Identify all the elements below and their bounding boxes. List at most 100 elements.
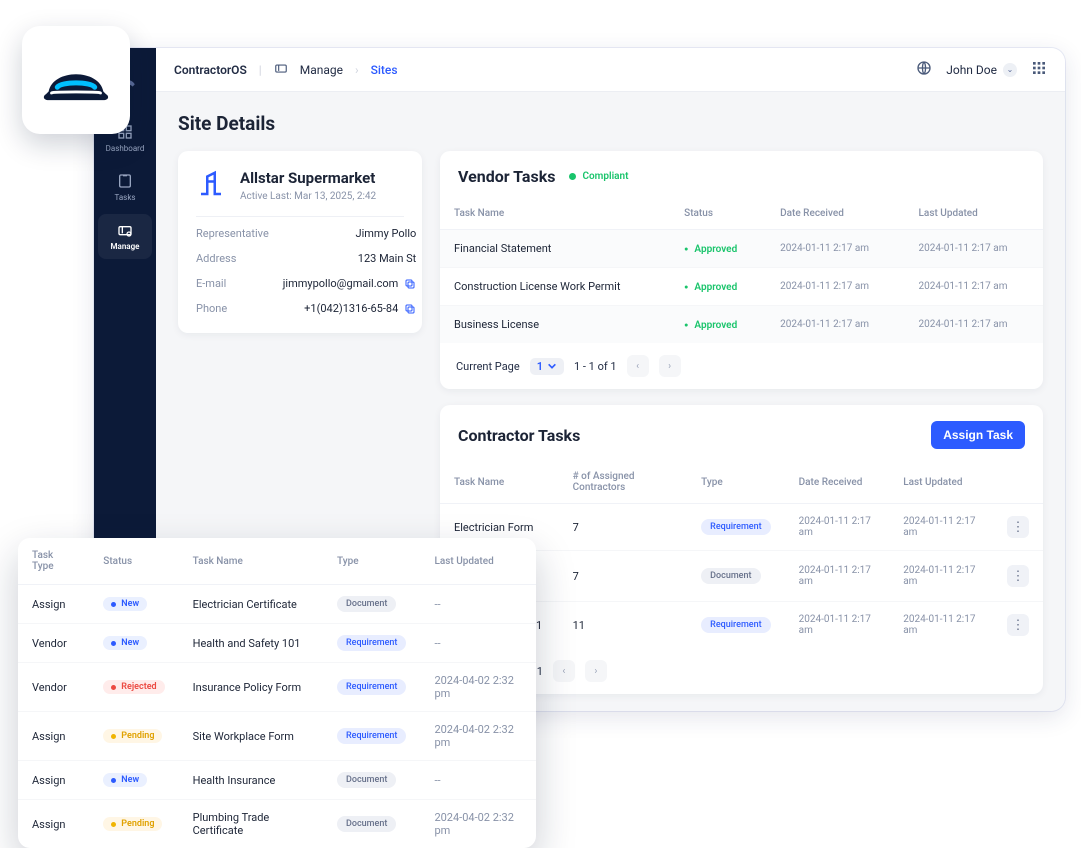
row-menu-icon[interactable]: ⋮ <box>1007 614 1029 636</box>
globe-icon[interactable] <box>916 60 932 79</box>
page-title: Site Details <box>178 112 1043 135</box>
breadcrumb-manage[interactable]: Manage <box>300 63 343 77</box>
cell-task-name: Construction License Work Permit <box>440 268 670 306</box>
user-menu[interactable]: John Doe ⌄ <box>946 63 1017 77</box>
compliant-badge: Compliant <box>569 171 628 182</box>
table-row[interactable]: AssignNewElectrician CertificateDocument… <box>18 585 536 624</box>
pager-next[interactable]: › <box>585 660 607 682</box>
table-row[interactable]: Financial StatementApproved2024-01-11 2:… <box>440 230 1043 268</box>
cell-doctype: Document <box>323 761 420 800</box>
row-menu-icon[interactable]: ⋮ <box>1007 516 1029 538</box>
cell-updated: 2024-01-11 2:17 am <box>905 306 1043 344</box>
cell-status: Rejected <box>89 663 178 712</box>
tasks-popup-table: Task Type Status Task Name Type Last Upd… <box>18 538 536 848</box>
site-details-card: Allstar Supermarket Active Last: Mar 13,… <box>178 151 422 333</box>
cell-received: 2024-01-11 2:17 am <box>785 551 890 602</box>
copy-phone-icon[interactable] <box>404 303 416 315</box>
sidebar-item-tasks[interactable]: Tasks <box>98 165 152 210</box>
cell-received: 2024-01-11 2:17 am <box>766 268 904 306</box>
pager-range: 1 - 1 of 1 <box>574 360 617 373</box>
cell-updated: 2024-01-11 2:17 am <box>889 504 993 551</box>
vendor-tasks-table: Task Name Status Date Received Last Upda… <box>440 198 1043 343</box>
cell-task-name: Business License <box>440 306 670 344</box>
hardhat-icon <box>40 50 112 110</box>
cell-task-type: Assign <box>18 761 89 800</box>
col-task-name: Task Name <box>440 198 670 230</box>
tasks-popup: Task Type Status Task Name Type Last Upd… <box>18 538 536 848</box>
app-logo-card <box>22 26 130 134</box>
cell-task-name: Health and Safety 101 <box>179 624 323 663</box>
cell-task-type: Assign <box>18 800 89 848</box>
site-active-last: Active Last: Mar 13, 2025, 2:42 <box>240 191 376 202</box>
cell-task-type: Assign <box>18 712 89 761</box>
col-updated: Last Updated <box>905 198 1043 230</box>
value-phone: +1(042)1316-65-84 <box>304 302 398 315</box>
cell-received: 2024-01-11 2:17 am <box>785 504 890 551</box>
table-row[interactable]: Business LicenseApproved2024-01-11 2:17 … <box>440 306 1043 344</box>
col-doctype: Type <box>323 538 420 585</box>
cell-type: Requirement <box>687 602 784 649</box>
pager-prev[interactable]: ‹ <box>627 355 649 377</box>
apps-grid-icon[interactable] <box>1031 60 1047 79</box>
cell-updated: 2024-04-02 2:32 pm <box>420 712 536 761</box>
pager-page-select[interactable]: 1 <box>530 358 564 375</box>
col-count: # of Assigned Contractors <box>559 461 688 504</box>
cell-type: Requirement <box>687 504 784 551</box>
table-row[interactable]: AssignPendingSite Workplace FormRequirem… <box>18 712 536 761</box>
pager-next[interactable]: › <box>659 355 681 377</box>
pager-label: Current Page <box>456 360 520 373</box>
table-row[interactable]: VendorNewHealth and Safety 101Requiremen… <box>18 624 536 663</box>
table-row[interactable]: Construction License Work PermitApproved… <box>440 268 1043 306</box>
breadcrumb-sites[interactable]: Sites <box>371 63 398 77</box>
col-status: Status <box>89 538 178 585</box>
brand-text: ContractorOS <box>174 63 247 77</box>
pager-prev[interactable]: ‹ <box>553 660 575 682</box>
col-received: Date Received <box>766 198 904 230</box>
cell-doctype: Requirement <box>323 624 420 663</box>
cell-task-type: Vendor <box>18 663 89 712</box>
cell-updated: -- <box>420 624 536 663</box>
cell-status: New <box>89 585 178 624</box>
cell-doctype: Document <box>323 800 420 848</box>
value-address: 123 Main St <box>283 252 417 265</box>
cell-doctype: Requirement <box>323 663 420 712</box>
cell-status: Approved <box>670 268 766 306</box>
cell-status: Pending <box>89 800 178 848</box>
sidebar-item-label: Tasks <box>115 193 136 202</box>
cell-updated: -- <box>420 585 536 624</box>
label-email: E-mail <box>196 277 269 290</box>
copy-email-icon[interactable] <box>404 278 416 290</box>
cell-actions: ⋮ <box>993 602 1043 649</box>
vendor-pager: Current Page 1 1 - 1 of 1 ‹ › <box>440 343 1043 389</box>
cell-count: 11 <box>559 602 688 649</box>
cell-updated: 2024-04-02 2:32 pm <box>420 800 536 848</box>
sidebar-item-manage[interactable]: Manage <box>98 214 152 259</box>
cell-task-name: Plumbing Trade Certificate <box>179 800 323 848</box>
cell-task-name: Insurance Policy Form <box>179 663 323 712</box>
cell-received: 2024-01-11 2:17 am <box>766 230 904 268</box>
sidebar-item-label: Manage <box>111 242 140 251</box>
table-row[interactable]: AssignPendingPlumbing Trade CertificateD… <box>18 800 536 848</box>
cell-task-name: Health Insurance <box>179 761 323 800</box>
cell-doctype: Requirement <box>323 712 420 761</box>
row-menu-icon[interactable]: ⋮ <box>1007 565 1029 587</box>
cell-task-name: Financial Statement <box>440 230 670 268</box>
label-address: Address <box>196 252 269 265</box>
sidebar-item-label: Dashboard <box>106 144 145 153</box>
cell-updated: 2024-01-11 2:17 am <box>889 602 993 649</box>
table-row[interactable]: AssignNewHealth InsuranceDocument-- <box>18 761 536 800</box>
label-representative: Representative <box>196 227 269 240</box>
col-task-name: Task Name <box>179 538 323 585</box>
value-representative: Jimmy Pollo <box>283 227 417 240</box>
cell-updated: 2024-04-02 2:32 pm <box>420 663 536 712</box>
cell-status: Pending <box>89 712 178 761</box>
value-email: jimmypollo@gmail.com <box>283 277 399 290</box>
table-row[interactable]: VendorRejectedInsurance Policy FormRequi… <box>18 663 536 712</box>
cell-received: 2024-01-11 2:17 am <box>785 602 890 649</box>
col-updated: Last Updated <box>420 538 536 585</box>
assign-task-button[interactable]: Assign Task <box>931 421 1025 449</box>
topbar: ContractorOS | Manage › Sites John Doe ⌄ <box>156 48 1065 92</box>
cell-updated: 2024-01-11 2:17 am <box>889 551 993 602</box>
cell-type: Document <box>687 551 784 602</box>
chevron-down-icon: ⌄ <box>1003 63 1017 77</box>
